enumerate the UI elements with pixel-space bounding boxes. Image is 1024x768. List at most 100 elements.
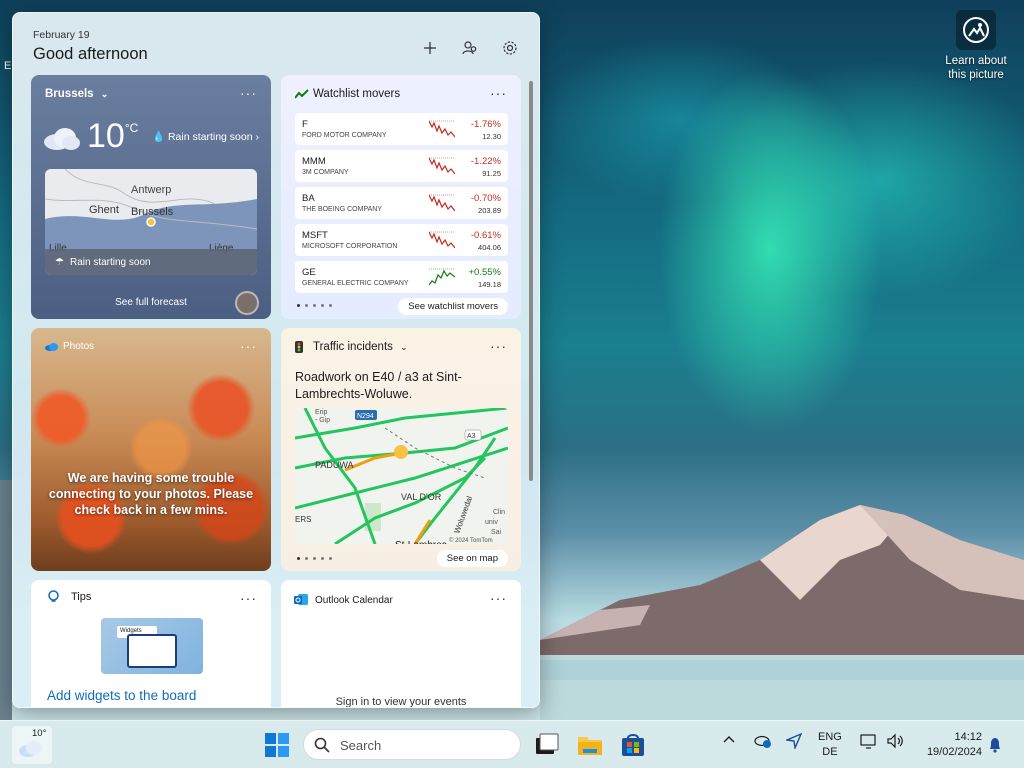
avatar[interactable] <box>235 291 259 315</box>
file-explorer-icon[interactable] <box>577 732 603 758</box>
camera-info-icon <box>956 10 996 50</box>
weather-current: 10 °C <box>43 119 138 153</box>
weather-rain-link[interactable]: 💧 Rain starting soon › <box>152 130 259 143</box>
stock-price: 91.25 <box>482 169 501 178</box>
svg-text:Ghent: Ghent <box>89 204 119 216</box>
clock-date: 19/02/2024 <box>926 746 982 758</box>
see-watchlist-movers-button[interactable]: See watchlist movers <box>398 298 508 315</box>
cloudy-icon <box>19 741 42 757</box>
tips-lightbulb-icon <box>48 590 59 602</box>
svg-text:Antwerp: Antwerp <box>131 184 171 196</box>
calendar-title: Outlook Calendar <box>315 595 393 606</box>
stock-sparkline <box>429 157 455 175</box>
windows-start-button[interactable] <box>265 733 289 757</box>
stock-change: -1.76% <box>470 119 501 130</box>
language-indicator[interactable]: ENG DE <box>818 730 842 760</box>
traffic-title: Traffic incidents <box>313 341 393 353</box>
tips-illustration: Widgets <box>101 618 203 674</box>
network-icon[interactable] <box>860 733 878 752</box>
svg-text:- Gip: - Gip <box>315 417 330 424</box>
traffic-map-graphic: N294 A3 Erip - Gip PADUWA VAL D'OR Woluw… <box>295 408 508 544</box>
traffic-map[interactable]: N294 A3 Erip - Gip PADUWA VAL D'OR Woluw… <box>295 408 508 544</box>
see-on-map-button[interactable]: See on map <box>436 550 508 567</box>
taskbar-weather-button[interactable]: 10° <box>12 726 52 764</box>
stock-row[interactable]: BA THE BOEING COMPANY -0.70% 203.89 <box>295 187 508 219</box>
photos-title: Photos <box>63 341 95 352</box>
add-icon[interactable] <box>421 39 439 57</box>
traffic-widget[interactable]: Traffic incidents ⌄ ··· Roadwork on E40 … <box>281 328 521 571</box>
learn-about-picture-button[interactable]: Learn about this picture <box>936 10 1016 82</box>
stock-price: 404.06 <box>478 243 501 252</box>
svg-text:VAL D'OR: VAL D'OR <box>401 492 442 502</box>
traffic-more-button[interactable]: ··· <box>490 338 507 354</box>
volume-icon[interactable] <box>886 733 904 752</box>
calendar-more-button[interactable]: ··· <box>490 590 507 606</box>
stock-sparkline <box>429 231 455 249</box>
stock-price: 12.30 <box>482 132 501 141</box>
widgets-panel: February 19 Good afternoon Brussels ⌄ ··… <box>12 12 540 708</box>
stock-row[interactable]: MMM 3M COMPANY -1.22% 91.25 <box>295 150 508 182</box>
stock-change: +0.55% <box>468 267 502 278</box>
taskbar-search-box[interactable]: Search <box>303 729 521 760</box>
onedrive-sync-icon[interactable] <box>754 733 772 752</box>
svg-text:© 2024 TomTom: © 2024 TomTom <box>449 537 493 544</box>
weather-more-button[interactable]: ··· <box>240 85 257 101</box>
radar-status-text: Rain starting soon <box>69 256 151 268</box>
panel-header-actions <box>421 39 519 57</box>
desktop-icon-fragment: E <box>4 60 12 72</box>
learn-label: Learn about this picture <box>945 55 1007 81</box>
photos-widget[interactable]: Photos ··· We are having some trouble co… <box>31 328 271 571</box>
watchlist-more-button[interactable]: ··· <box>490 85 507 101</box>
weather-unit: °C <box>124 121 139 135</box>
outlook-icon <box>294 594 308 605</box>
stock-row[interactable]: GE GENERAL ELECTRIC COMPANY +0.55% 149.18 <box>295 261 508 293</box>
outlook-calendar-widget[interactable]: Outlook Calendar ··· Sign in to view you… <box>281 580 521 707</box>
stock-company: GENERAL ELECTRIC COMPANY <box>302 280 409 287</box>
task-view-icon[interactable] <box>534 732 560 758</box>
greeting: Good afternoon <box>33 45 148 63</box>
add-widgets-link[interactable]: Add widgets to the board <box>47 688 196 703</box>
svg-text:A3: A3 <box>467 433 476 440</box>
traffic-title-selector[interactable]: Traffic incidents ⌄ <box>313 341 408 353</box>
stock-company: MICROSOFT CORPORATION <box>302 243 398 250</box>
photos-more-button[interactable]: ··· <box>240 338 257 354</box>
people-icon[interactable] <box>461 39 479 57</box>
watchlist-widget[interactable]: Watchlist movers ··· F FORD MOTOR COMPANY… <box>281 75 521 319</box>
weather-city-selector[interactable]: Brussels ⌄ <box>45 88 108 100</box>
photos-error-message: We are having some trouble connecting to… <box>48 471 254 517</box>
stock-symbol: BA <box>302 193 315 204</box>
search-icon <box>314 737 330 753</box>
traffic-page-dots[interactable] <box>297 557 332 560</box>
weather-widget[interactable]: Brussels ⌄ ··· 10 °C 💧 Rain starting soo… <box>31 75 271 319</box>
system-clock[interactable]: 14:12 19/02/2024 <box>916 730 982 760</box>
stock-symbol: MSFT <box>302 230 328 241</box>
search-placeholder: Search <box>340 738 382 753</box>
tips-more-button[interactable]: ··· <box>240 590 257 606</box>
umbrella-icon: ☂ <box>55 256 64 268</box>
stock-change: -0.70% <box>470 193 501 204</box>
tips-widget[interactable]: Tips ··· Widgets Add widgets to the boar… <box>31 580 271 707</box>
microsoft-store-icon[interactable] <box>620 732 646 758</box>
raindrop-icon: 💧 <box>151 131 166 143</box>
stock-row[interactable]: F FORD MOTOR COMPANY -1.76% 12.30 <box>295 113 508 145</box>
language-code: ENG <box>818 731 842 743</box>
location-arrow-icon[interactable] <box>784 732 803 752</box>
stock-sparkline <box>429 194 455 212</box>
watchlist-page-dots[interactable] <box>297 304 332 307</box>
stock-company: 3M COMPANY <box>302 169 349 176</box>
panel-scrollbar[interactable] <box>529 81 533 481</box>
traffic-headline[interactable]: Roadwork on E40 / a3 at Sint-Lambrechts-… <box>295 369 495 403</box>
weather-radar-map[interactable]: Antwerp Ghent Brussels Lille Liège ☂ Rai… <box>45 169 257 275</box>
notification-bell-icon[interactable] <box>988 737 1002 756</box>
gear-icon[interactable] <box>501 39 519 57</box>
stock-row[interactable]: MSFT MICROSOFT CORPORATION -0.61% 404.06 <box>295 224 508 256</box>
traffic-light-icon <box>295 341 303 353</box>
weather-city: Brussels <box>45 88 94 100</box>
chevron-up-icon[interactable] <box>722 733 736 750</box>
svg-text:PADUWA: PADUWA <box>315 460 354 470</box>
stock-change: -0.61% <box>470 230 501 241</box>
stock-price: 203.89 <box>478 206 501 215</box>
calendar-sign-in-link[interactable]: Sign in to view your events <box>281 696 521 707</box>
taskbar-temperature: 10° <box>32 728 47 739</box>
svg-text:ERS: ERS <box>295 515 311 524</box>
